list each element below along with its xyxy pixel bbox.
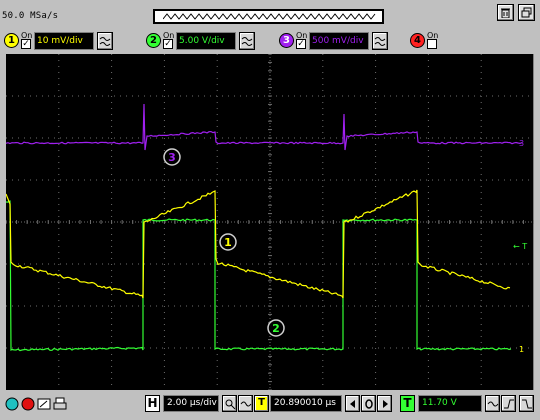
trigger-level-marker: ← T [513,242,527,251]
channel-4-on-checkbox[interactable] [427,39,437,49]
print-icon[interactable] [53,396,67,410]
delay-left-button[interactable] [345,395,360,412]
rising-edge-icon [504,399,514,409]
sample-rate: 50.0 MSa/s [2,11,59,21]
trigger-mode-button[interactable] [519,395,534,412]
channel-2-controls: 2 On ✓ 5.00 V/div [146,31,276,51]
timebase-zoom-button[interactable] [222,395,237,412]
restore-window-icon[interactable] [518,4,535,21]
magnifier-icon [225,399,236,410]
channel-3-trace-label: 3 [168,151,176,164]
wave-adjust-icon [99,37,111,46]
channel-1-on-checkbox[interactable]: ✓ [21,39,31,49]
channel-1-trace [6,189,511,299]
channel-4-badge[interactable]: 4 [410,33,425,48]
channel-1-trace-label: 1 [224,236,232,249]
waveform-display[interactable]: 3123← T1T [6,54,534,390]
channel-3-trace [6,103,523,151]
channel-1-scale-field[interactable]: 10 mV/div [34,32,94,50]
wave-adjust-icon [240,401,252,407]
wave-adjust-icon [374,37,386,46]
arrow-right-icon [383,400,388,408]
trigger-adjust-button[interactable] [485,395,500,412]
falling-edge-icon [522,399,532,409]
zigzag-wave-icon [163,13,376,20]
delay-field[interactable]: 20.890010 µs [270,395,342,412]
channel-1-ground-marker: 1 [519,345,524,354]
delay-label: T [254,395,269,412]
bottom-bar: H 2.00 µs/div T 20.890010 µs T 11.70 V [0,390,540,420]
channel-3-controls: 3 On ✓ 500 mV/div [279,31,409,51]
wave-adjust-icon [487,401,499,407]
record-icon[interactable] [21,396,35,411]
waveform-canvas: 3123← T1T [6,54,534,390]
timebase-label: H [145,395,160,412]
edit-screen-icon[interactable] [37,396,51,410]
channel-2-badge[interactable]: 2 [146,33,161,48]
channel-3-ground-marker: 3 [519,139,524,148]
top-bar: 50.0 MSa/s [0,0,540,28]
channel-2-scale-field[interactable]: 5.00 V/div [176,32,236,50]
channel-2-scale-adjust-button[interactable] [239,32,255,50]
channel-3-on-checkbox[interactable]: ✓ [296,39,306,49]
channel-1-scale-adjust-button[interactable] [97,32,113,50]
zero-icon [365,399,373,409]
channel-2-trace-label: 2 [272,322,280,335]
trigger-label: T [400,395,415,412]
channel-3-scale-field[interactable]: 500 mV/div [309,32,369,50]
delay-right-button[interactable] [377,395,392,412]
timebase-adjust-button[interactable] [238,395,253,412]
delay-zero-button[interactable] [361,395,376,412]
channel-3-badge[interactable]: 3 [279,33,294,48]
color-palette-icon[interactable] [5,396,19,411]
trash-icon[interactable] [497,4,514,21]
channel-1-controls: 1 On ✓ 10 mV/div [4,31,134,51]
trigger-slope-button[interactable] [501,395,516,412]
channel-4-controls: 4 On [410,31,450,51]
channel-3-scale-adjust-button[interactable] [372,32,388,50]
trigger-level-field[interactable]: 11.70 V [418,395,482,412]
channel-bar: 1 On ✓ 10 mV/div 2 On ✓ 5.00 V/div 3 On … [0,28,540,54]
channel-2-trace [6,200,512,352]
channel-2-on-checkbox[interactable]: ✓ [163,39,173,49]
timebase-field[interactable]: 2.00 µs/div [163,395,219,412]
acquisition-waveform-bar[interactable] [153,9,384,24]
wave-adjust-icon [241,37,253,46]
channel-1-badge[interactable]: 1 [4,33,19,48]
arrow-left-icon [350,400,355,408]
